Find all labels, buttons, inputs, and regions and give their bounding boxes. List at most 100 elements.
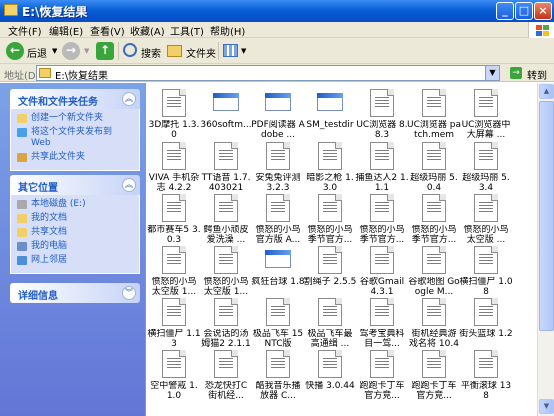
back-dropdown-icon[interactable]: ▼ [52, 47, 57, 55]
file-icon [318, 194, 342, 222]
menu-help[interactable]: 帮助(H) [210, 23, 245, 38]
toolbar: ← 后退 ▼ → ▼ ↑ 搜索 文件夹 ▼ [0, 38, 554, 64]
file-icon [162, 246, 186, 274]
file-name: 空中警戒 1.1.0 [150, 381, 198, 401]
folder-icon [167, 45, 182, 57]
scroll-up-icon[interactable]: ▲ [539, 84, 554, 99]
file-name: 街机经典游 戏名将 10.4 [409, 329, 459, 349]
file-name: 快播 3.0.44 [305, 381, 355, 391]
application-icon [213, 89, 239, 113]
task-share-folder[interactable]: 共享此文件夹 [17, 152, 133, 163]
menu-edit[interactable]: 编辑(E) [49, 23, 83, 38]
vertical-scrollbar[interactable]: ▲ ▼ [537, 83, 554, 416]
file-icon [162, 142, 186, 170]
file-icon [214, 350, 238, 378]
task-publish-web[interactable]: 将这个文件夹发布到 Web [17, 127, 133, 149]
file-icon [422, 142, 446, 170]
folders-button[interactable]: 文件夹 [167, 41, 219, 61]
folder-icon [17, 214, 27, 223]
other-places-panel: 其它位置 ︽ 本地磁盘 (E:) 我的文档 共享文档 我的电脑 网上邻居 [10, 175, 140, 274]
expand-icon[interactable]: ︾ [122, 286, 136, 300]
file-icon [214, 298, 238, 326]
task-new-folder[interactable]: 创建一个新文件夹 [17, 113, 133, 124]
place-my-documents[interactable]: 我的文档 [17, 213, 133, 224]
file-name: 横扫僵尸 1.08 [459, 277, 513, 297]
file-name: 捕鱼达人2 1.1.1 [355, 173, 409, 193]
scroll-down-icon[interactable]: ▼ [539, 399, 554, 414]
file-name: 横扫僵尸 1.13 [147, 329, 201, 349]
file-name: 街头篮球 1.2 [459, 329, 513, 339]
file-icon [422, 89, 446, 117]
minimize-button[interactable]: _ [496, 2, 514, 20]
file-name: UC浏览器中 大屏幕 ... [461, 120, 511, 140]
file-icon [370, 89, 394, 117]
menu-file[interactable]: 文件(F) [8, 23, 42, 38]
go-button[interactable]: 转到 [527, 67, 547, 82]
file-icon [474, 350, 498, 378]
file-name: PDF阅读器 Adobe ... [251, 120, 305, 140]
maximize-button[interactable]: □ [515, 2, 533, 20]
file-name: SM_testdir [306, 120, 354, 130]
file-name: VIVA 手机杂 志 4.2.2 [148, 173, 200, 193]
file-name: 鳄鱼小顽皮 爱洗澡 ... [203, 225, 249, 245]
file-name: 超级玛丽 5.3.4 [462, 173, 510, 193]
address-label: 地址(D) [4, 71, 40, 82]
search-button[interactable]: 搜索 [123, 41, 163, 61]
file-name: 超级玛丽 5.0.4 [410, 173, 458, 193]
place-local-disk[interactable]: 本地磁盘 (E:) [17, 199, 133, 210]
share-folder-icon [17, 153, 27, 162]
menu-tools[interactable]: 工具(T) [170, 23, 204, 38]
file-icon [214, 246, 238, 274]
up-folder-button[interactable]: ↑ [96, 41, 116, 61]
back-button[interactable]: ← 后退 [6, 41, 58, 61]
file-item[interactable]: 跑跑卡丁车 官方竞... [355, 350, 409, 412]
collapse-icon[interactable]: ︽ [122, 92, 136, 106]
file-item[interactable]: 平衡滚球 138 [459, 350, 513, 412]
menu-favorites[interactable]: 收藏(A) [130, 23, 165, 38]
folders-label: 文件夹 [186, 49, 216, 60]
file-icon [474, 194, 498, 222]
file-tasks-header[interactable]: 文件和文件夹任务 ︽ [10, 89, 140, 109]
network-icon [17, 256, 27, 265]
scroll-thumb[interactable] [539, 101, 554, 331]
file-name: 暗影之枪 1.3.0 [306, 173, 354, 193]
place-my-computer[interactable]: 我的电脑 [17, 241, 133, 252]
close-button[interactable]: × [534, 2, 552, 20]
file-name: 愤怒的小鸟 季节官方... [307, 225, 353, 245]
file-item[interactable]: 恐龙快打C 街机经... [199, 350, 253, 412]
file-item[interactable]: 空中警戒 1.1.0 [147, 350, 201, 412]
place-shared-documents[interactable]: 共享文档 [17, 227, 133, 238]
place-network[interactable]: 网上邻居 [17, 255, 133, 266]
details-header[interactable]: 详细信息 ︾ [10, 283, 140, 303]
file-item[interactable]: 快播 3.0.44 [303, 350, 357, 412]
file-name: 极品飞车最 高通缉 ... [307, 329, 353, 349]
title-bar: E:\恢复结果 _ □ × [0, 0, 554, 22]
other-places-title: 其它位置 [18, 183, 58, 194]
file-tasks-panel: 文件和文件夹任务 ︽ 创建一个新文件夹 将这个文件夹发布到 Web 共享此文件夹 [10, 89, 140, 171]
address-input[interactable]: E:\恢复结果 ▼ [36, 65, 500, 82]
address-value: E:\恢复结果 [55, 71, 109, 82]
forward-dropdown-icon[interactable]: ▼ [84, 47, 89, 55]
file-item[interactable]: 跑跑卡丁车 官方竞... [407, 350, 461, 412]
file-name: 360softm... [200, 120, 252, 130]
file-icon [474, 89, 498, 117]
details-title: 详细信息 [18, 291, 58, 302]
file-name: 都市赛车5 3.0.3 [147, 225, 201, 245]
file-icon [370, 142, 394, 170]
views-button[interactable]: ▼ [222, 41, 248, 61]
new-folder-icon [17, 114, 27, 123]
file-icon [474, 142, 498, 170]
file-item[interactable]: 酷我音乐播 放器 C... [251, 350, 305, 412]
other-places-header[interactable]: 其它位置 ︽ [10, 175, 140, 195]
forward-arrow-icon: → [62, 42, 80, 60]
file-icon [318, 246, 342, 274]
search-label: 搜索 [141, 49, 161, 60]
go-arrow-icon[interactable]: → [510, 67, 522, 79]
file-icon [266, 142, 290, 170]
file-icon [422, 194, 446, 222]
collapse-icon[interactable]: ︽ [122, 178, 136, 192]
window-title: E:\恢复结果 [22, 5, 88, 19]
address-dropdown-icon[interactable]: ▼ [485, 66, 499, 80]
file-icon [370, 298, 394, 326]
menu-view[interactable]: 查看(V) [90, 23, 125, 38]
